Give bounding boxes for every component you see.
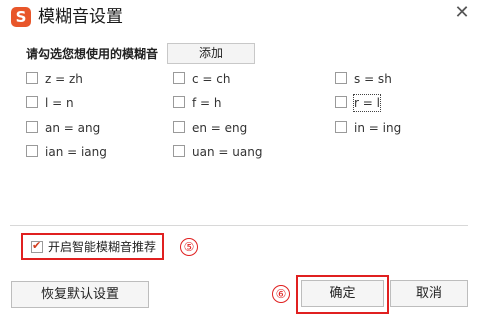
checkbox[interactable] (335, 96, 347, 108)
checkbox[interactable] (26, 72, 38, 84)
restore-default-button[interactable]: 恢复默认设置 (11, 281, 149, 308)
checkbox[interactable] (26, 145, 38, 157)
title-bar: S 模糊音设置 ✕ (0, 0, 478, 36)
option-label: ian = iang (45, 145, 107, 159)
option-label: z = zh (45, 72, 83, 86)
checkbox[interactable] (26, 121, 38, 133)
checkbox[interactable] (173, 121, 185, 133)
smart-fuzzy-option[interactable]: ✔ 开启智能模糊音推荐 (21, 233, 164, 260)
annotation-six: ⑥ (272, 285, 290, 303)
option-label: in = ing (354, 121, 402, 135)
option-label: uan = uang (192, 145, 263, 159)
checkbox[interactable] (173, 145, 185, 157)
smart-checkbox[interactable]: ✔ (31, 239, 43, 253)
checkbox[interactable] (173, 96, 185, 108)
option-label: en = eng (192, 121, 248, 135)
cancel-button[interactable]: 取消 (390, 280, 468, 307)
checkbox[interactable] (335, 121, 347, 133)
option-label: s = sh (354, 72, 392, 86)
smart-label: 开启智能模糊音推荐 (48, 240, 157, 254)
option-label: f = h (192, 96, 222, 110)
checkbox[interactable] (335, 72, 347, 84)
annotation-five: ⑤ (180, 238, 198, 256)
add-button[interactable]: 添加 (167, 43, 255, 64)
checkmark-icon: ✔ (32, 239, 42, 252)
fuzzy-section-label: 请勾选您想使用的模糊音 (26, 47, 159, 61)
ok-button[interactable]: 确定 (301, 280, 384, 307)
checkbox[interactable] (173, 72, 185, 84)
option-label: an = ang (45, 121, 101, 135)
logo-letter: S (15, 8, 27, 26)
divider (10, 225, 468, 226)
checkbox[interactable] (26, 96, 38, 108)
sogou-logo-icon: S (11, 7, 31, 27)
option-label: r = l (353, 94, 381, 112)
option-label: l = n (45, 96, 74, 110)
close-icon[interactable]: ✕ (452, 3, 472, 23)
option-label: c = ch (192, 72, 231, 86)
window-title: 模糊音设置 (38, 7, 123, 27)
